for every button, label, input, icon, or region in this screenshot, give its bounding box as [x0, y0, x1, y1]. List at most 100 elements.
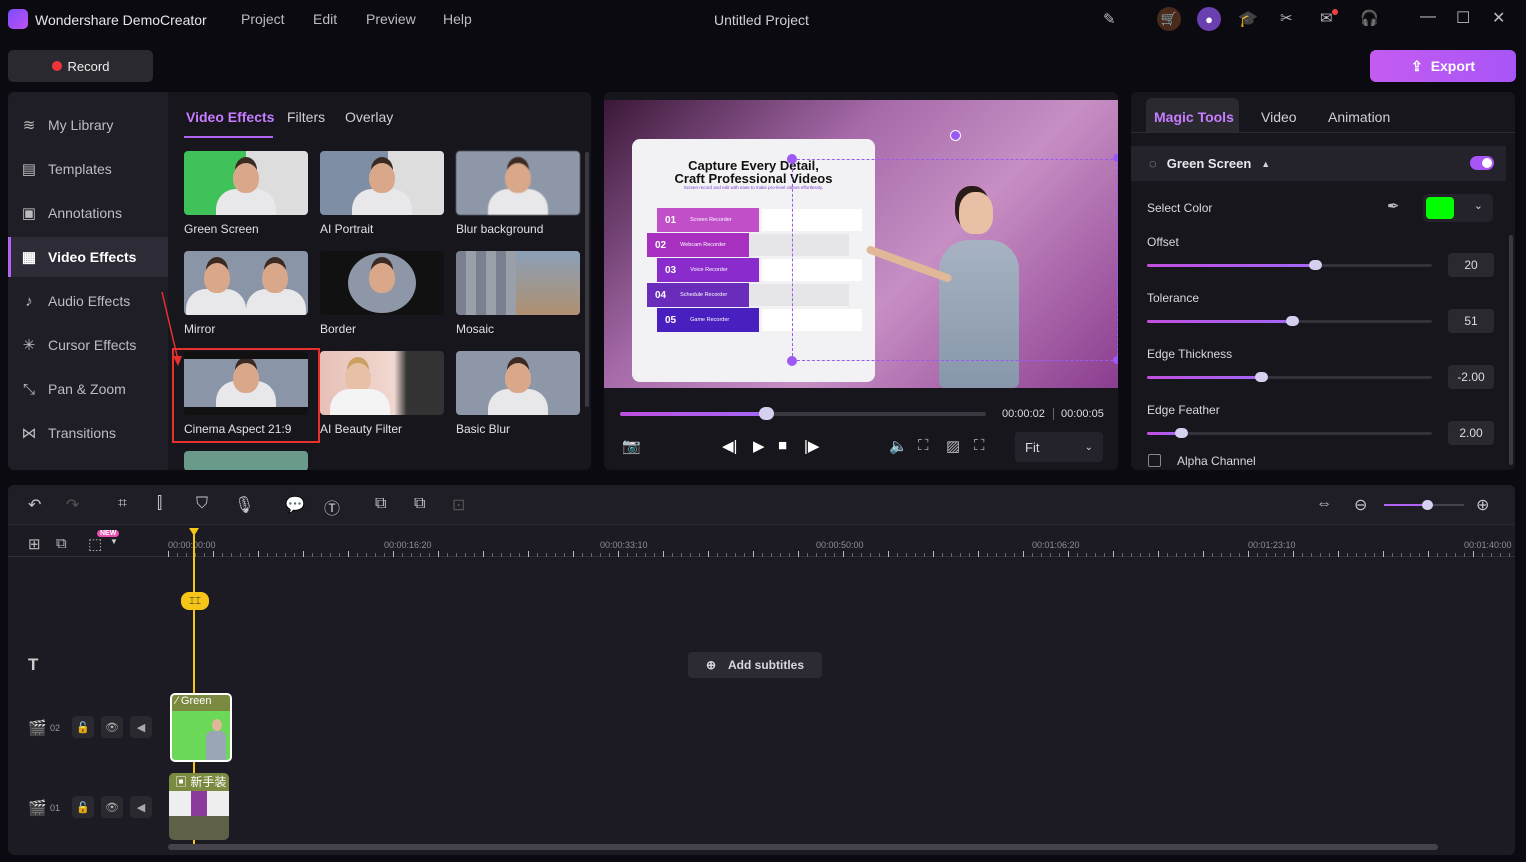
sidebar-item-transitions[interactable]: ⋈ Transitions: [8, 413, 168, 453]
menu-help[interactable]: Help: [443, 11, 472, 27]
tab-animation[interactable]: Animation: [1328, 109, 1390, 125]
marker-icon[interactable]: ⛉: [196, 495, 208, 513]
menu-preview[interactable]: Preview: [366, 11, 416, 27]
mail-icon[interactable]: ✉: [1320, 9, 1333, 27]
tutorial-icon[interactable]: 🎓: [1238, 9, 1258, 29]
fullscreen-icon[interactable]: ⛶: [974, 437, 985, 454]
auto-frame-icon[interactable]: ⬚: [88, 535, 102, 553]
edge-feather-slider[interactable]: [1147, 428, 1432, 438]
next-frame-icon[interactable]: |▶: [804, 437, 819, 455]
resize-handle[interactable]: [1113, 356, 1118, 364]
ai-icon[interactable]: ⊡: [452, 495, 465, 515]
transparency-icon[interactable]: ▨: [946, 437, 960, 455]
selection-box[interactable]: [792, 159, 1118, 361]
video-canvas[interactable]: Capture Every Detail, Craft Professional …: [604, 100, 1118, 388]
cart-icon[interactable]: 🛒: [1157, 7, 1181, 31]
progress-knob[interactable]: [759, 407, 775, 420]
playhead-head[interactable]: [189, 528, 199, 536]
caption-icon[interactable]: 💬: [285, 495, 305, 515]
add-subtitles-button[interactable]: ⊕ Add subtitles: [688, 652, 822, 678]
feedback-icon[interactable]: ✎: [1103, 10, 1116, 28]
timeline-zoom-slider[interactable]: [1384, 500, 1464, 510]
resize-handle[interactable]: [787, 154, 797, 164]
microphone-icon[interactable]: 🎙: [234, 495, 254, 515]
edge-thickness-slider[interactable]: [1147, 372, 1432, 382]
alpha-channel-checkbox[interactable]: [1148, 454, 1161, 467]
sidebar-item-audio-effects[interactable]: ♪ Audio Effects: [8, 281, 168, 321]
undo-icon[interactable]: ↶: [28, 495, 41, 515]
tools-icon[interactable]: ✂: [1280, 9, 1293, 27]
sidebar-item-templates[interactable]: ▤ Templates: [8, 149, 168, 189]
snapshot-icon[interactable]: 📷: [622, 437, 641, 455]
effect-thumb-border[interactable]: [320, 251, 444, 315]
sidebar-item-my-library[interactable]: ≋ My Library: [8, 105, 168, 145]
tab-video[interactable]: Video: [1261, 109, 1297, 125]
clip-main-video[interactable]: ▣ 新手装: [169, 773, 229, 840]
zoom-select[interactable]: Fit ⌄: [1015, 432, 1103, 462]
previous-frame-icon[interactable]: ◀|: [722, 437, 737, 455]
offset-slider[interactable]: [1147, 260, 1432, 270]
green-screen-toggle[interactable]: [1470, 156, 1494, 170]
export-button[interactable]: ⇪ Export: [1370, 50, 1516, 82]
effect-thumb-green-screen[interactable]: [184, 151, 308, 215]
rotate-handle[interactable]: [950, 130, 961, 141]
properties-scrollbar[interactable]: [1509, 235, 1513, 465]
zoom-out-icon[interactable]: ⊖: [1354, 495, 1367, 515]
split-playhead-icon[interactable]: ⌶⌶: [181, 592, 209, 610]
tolerance-slider[interactable]: [1147, 316, 1432, 326]
split-icon[interactable]: ⫿: [157, 495, 162, 513]
tab-filters[interactable]: Filters: [287, 109, 325, 125]
avatar[interactable]: ●: [1197, 7, 1221, 31]
effect-thumb-ai-portrait[interactable]: [320, 151, 444, 215]
effect-thumb-ai-beauty-filter[interactable]: [320, 351, 444, 415]
mute-button[interactable]: ◀: [130, 796, 152, 818]
effects-scrollbar[interactable]: [585, 152, 589, 407]
text-icon[interactable]: Ⓣ: [324, 495, 340, 519]
crop-preview-icon[interactable]: ⛶: [918, 437, 929, 454]
effect-thumb-cinema-aspect[interactable]: [184, 351, 308, 415]
eyedropper-icon[interactable]: ✒: [1387, 197, 1400, 215]
maximize-icon[interactable]: ☐: [1456, 8, 1470, 28]
effect-thumb-more[interactable]: [184, 451, 308, 470]
group-icon[interactable]: ⧉: [375, 495, 386, 513]
support-icon[interactable]: 🎧: [1360, 9, 1379, 27]
crop-icon[interactable]: ⌗: [118, 495, 127, 513]
edge-thickness-value[interactable]: -2.00: [1448, 365, 1494, 389]
visibility-button[interactable]: 👁: [101, 796, 123, 818]
lock-button[interactable]: 🔓: [72, 796, 94, 818]
timeline-ruler[interactable]: 00:00:00:00 00:00:16:20 00:00:33:10 00:00:5…: [168, 525, 1515, 557]
add-track-icon[interactable]: ⊞: [28, 535, 41, 553]
effect-thumb-mirror[interactable]: [184, 251, 308, 315]
offset-value[interactable]: 20: [1448, 253, 1494, 277]
sidebar-item-pan-zoom[interactable]: ⤡ Pan & Zoom: [8, 369, 168, 409]
sidebar-item-annotations[interactable]: ▣ Annotations: [8, 193, 168, 233]
play-icon[interactable]: ▶: [753, 437, 765, 455]
sidebar-item-video-effects[interactable]: ▦ Video Effects: [8, 237, 168, 277]
effect-thumb-mosaic[interactable]: [456, 251, 580, 315]
tab-overlay[interactable]: Overlay: [345, 109, 393, 125]
record-button[interactable]: Record: [8, 50, 153, 82]
dropdown-icon[interactable]: ▼: [110, 537, 118, 546]
redo-icon[interactable]: ↷: [66, 495, 79, 515]
stop-icon[interactable]: ■: [778, 437, 787, 454]
zoom-in-icon[interactable]: ⊕: [1476, 495, 1489, 515]
effect-thumb-blur-background[interactable]: [456, 151, 580, 215]
mute-button[interactable]: ◀: [130, 716, 152, 738]
menu-project[interactable]: Project: [241, 11, 285, 27]
edge-feather-value[interactable]: 2.00: [1448, 421, 1494, 445]
volume-icon[interactable]: 🔈: [889, 437, 908, 455]
link-icon[interactable]: ⧉: [56, 535, 67, 552]
tolerance-value[interactable]: 51: [1448, 309, 1494, 333]
close-icon[interactable]: ✕: [1492, 8, 1505, 28]
ungroup-icon[interactable]: ⧉: [414, 495, 425, 513]
lock-button[interactable]: 🔓: [72, 716, 94, 738]
fit-timeline-icon[interactable]: ⇔: [1316, 495, 1332, 513]
resize-handle[interactable]: [1113, 154, 1118, 162]
tab-video-effects[interactable]: Video Effects: [186, 109, 274, 125]
timeline-scrollbar[interactable]: [168, 844, 1438, 850]
playback-progress[interactable]: [620, 407, 986, 420]
visibility-button[interactable]: 👁: [101, 716, 123, 738]
resize-handle[interactable]: [787, 356, 797, 366]
sidebar-item-cursor-effects[interactable]: ✳ Cursor Effects: [8, 325, 168, 365]
color-picker[interactable]: ⌄: [1423, 194, 1493, 222]
